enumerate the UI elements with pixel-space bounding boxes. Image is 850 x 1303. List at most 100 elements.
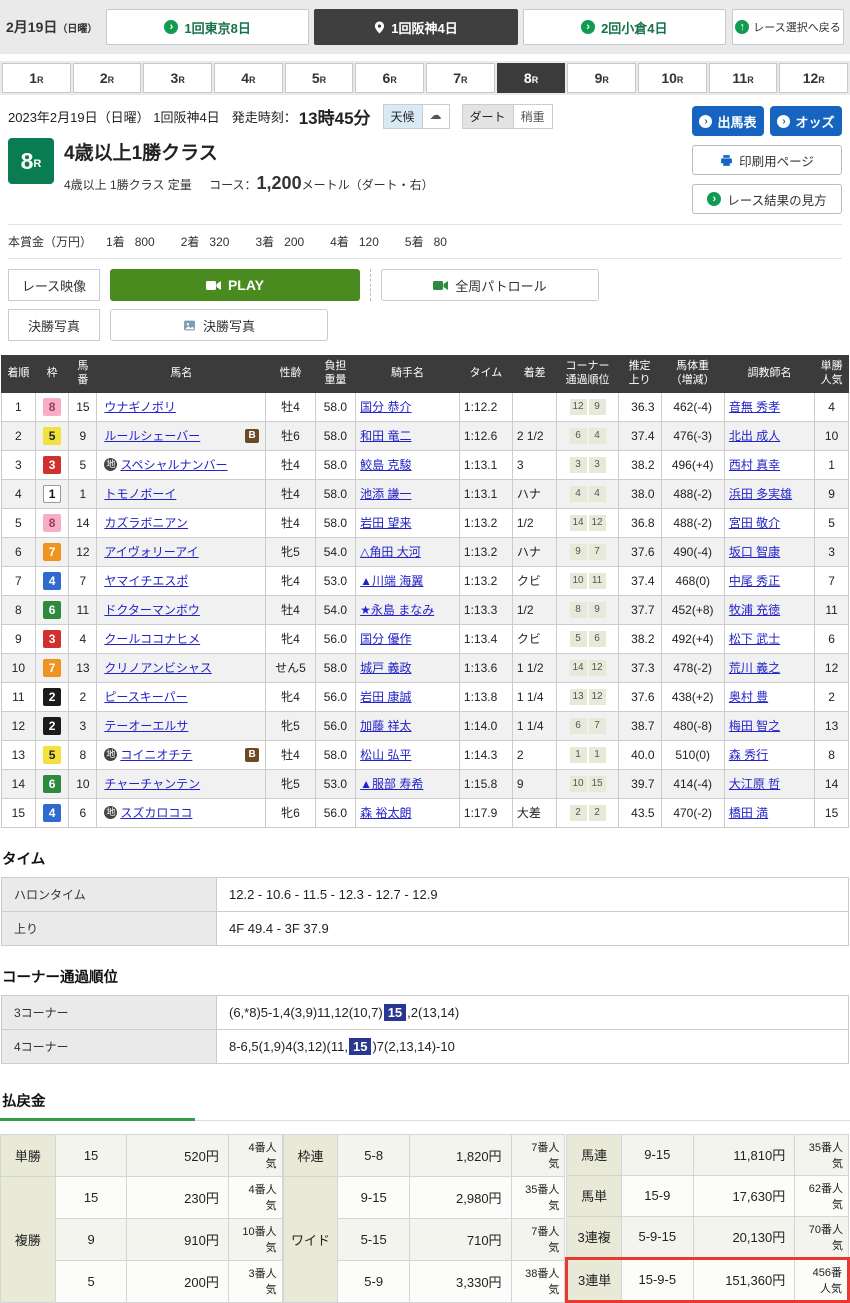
trainer-link[interactable]: 森 秀行 [729, 748, 768, 762]
jockey-link[interactable]: 松山 弘平 [360, 748, 411, 762]
jockey-link[interactable]: 国分 優作 [360, 632, 411, 646]
weather-label: 天候 [384, 105, 422, 128]
waku-cell: 3 [35, 624, 69, 653]
race-tab-suffix: R [677, 75, 684, 85]
trainer-link[interactable]: 松下 武士 [729, 632, 780, 646]
race-tab-5r[interactable]: 5R [285, 63, 354, 93]
kaisai-tab-2[interactable]: 1回阪神4日 [314, 9, 517, 45]
trainer-link[interactable]: 宮田 敬介 [729, 516, 780, 530]
race-tab-9r[interactable]: 9R [567, 63, 636, 93]
trainer-link[interactable]: 浜田 多実雄 [729, 487, 792, 501]
win-popularity-cell: 9 [815, 479, 849, 508]
race-tab-1r[interactable]: 1R [2, 63, 71, 93]
corner-position-box: 6 [570, 428, 587, 444]
jockey-link[interactable]: 和田 竜二 [360, 429, 411, 443]
horse-name-link[interactable]: カズラボニアン [104, 514, 188, 531]
race-tab-3r[interactable]: 3R [143, 63, 212, 93]
race-tab-6r[interactable]: 6R [355, 63, 424, 93]
popularity-rank-cell: 35番人気 [795, 1134, 849, 1175]
race-tab-12r[interactable]: 12R [779, 63, 848, 93]
race-tab-8r[interactable]: 8R [497, 63, 566, 93]
jockey-link[interactable]: 池添 謙一 [360, 487, 411, 501]
time-row-value: 4F 49.4 - 3F 37.9 [217, 911, 849, 945]
back-to-race-select-button[interactable]: ↑ レース選択へ戻る [732, 9, 844, 45]
jockey-link[interactable]: ▲川端 海翼 [360, 574, 423, 588]
result-row: 10713クリノアンビシャスせん558.0城戸 義政1:13.61 1/2141… [2, 653, 849, 682]
horse-name-link[interactable]: ヤマイチエスポ [104, 572, 188, 589]
jockey-cell: 城戸 義政 [356, 653, 460, 682]
horse-name-link[interactable]: クリノアンビシャス [104, 659, 212, 676]
horse-name-link[interactable]: テーオーエルサ [104, 717, 188, 734]
trainer-link[interactable]: 橋田 満 [729, 806, 768, 820]
win-popularity-cell: 14 [815, 769, 849, 798]
horse-name-link[interactable]: ピースキーパー [104, 688, 187, 705]
time-cell: 1:13.1 [459, 450, 512, 479]
horse-name-link[interactable]: ウナギノボリ [104, 398, 176, 415]
horse-name-link[interactable]: スズカロココ [120, 804, 192, 821]
prize-rank-label: 2着 [181, 233, 200, 250]
jockey-link[interactable]: 鮫島 克駿 [360, 458, 411, 472]
trainer-link[interactable]: 音無 秀孝 [729, 400, 780, 414]
result-row: 1546地スズカロココ牝656.0森 裕太朗1:17.9大差2243.5470(… [2, 798, 849, 827]
trainer-link[interactable]: 牧浦 充徳 [729, 603, 780, 617]
jockey-link[interactable]: 加藤 祥太 [360, 719, 411, 733]
jockey-link[interactable]: ★永島 まなみ [360, 603, 434, 617]
kaisai-tab-1[interactable]: ›1回東京8日 [106, 9, 309, 45]
horse-name-link[interactable]: スペシャルナンバー [120, 456, 227, 473]
horse-name-cell: トモノボーイ [97, 479, 266, 508]
race-tab-10r[interactable]: 10R [638, 63, 707, 93]
race-number-badge: 8 R [8, 138, 54, 184]
jockey-link[interactable]: 森 裕太朗 [360, 806, 411, 820]
finish-photo-button[interactable]: 決勝写真 [110, 309, 328, 341]
trainer-link[interactable]: 大江原 哲 [729, 777, 780, 791]
time-cell: 1:15.8 [459, 769, 512, 798]
sex-age-cell: 牝6 [266, 798, 316, 827]
jockey-link[interactable]: 城戸 義政 [360, 661, 411, 675]
trainer-link[interactable]: 坂口 智康 [729, 545, 780, 559]
location-pin-icon [374, 21, 385, 34]
trainer-link[interactable]: 中尾 秀正 [729, 574, 780, 588]
jockey-link[interactable]: 岩田 康誠 [360, 690, 411, 704]
race-tab-11r[interactable]: 11R [709, 63, 778, 93]
kaisai-tab-3[interactable]: ›2回小倉4日 [523, 9, 726, 45]
race-tab-number: 8 [524, 70, 532, 86]
waku-cell: 7 [35, 653, 69, 682]
combination-cell: 15-9 [621, 1175, 693, 1216]
race-tab-2r[interactable]: 2R [73, 63, 142, 93]
time-table-body: ハロンタイム12.2 - 10.6 - 11.5 - 12.3 - 12.7 -… [2, 877, 849, 945]
trainer-link[interactable]: 荒川 義之 [729, 661, 780, 675]
race-tab-7r[interactable]: 7R [426, 63, 495, 93]
jockey-link[interactable]: 国分 恭介 [360, 400, 411, 414]
horse-name-link[interactable]: ルールシェーバー [104, 427, 200, 444]
carried-weight-cell: 54.0 [315, 595, 355, 624]
trainer-link[interactable]: 奥村 豊 [729, 690, 768, 704]
horse-name-link[interactable]: トモノボーイ [104, 485, 176, 502]
race-tab-suffix: R [532, 75, 539, 85]
horse-name-cell: ウナギノボリ [97, 392, 266, 421]
trainer-link[interactable]: 北出 成人 [729, 429, 780, 443]
print-page-button[interactable]: 印刷用ページ [692, 145, 842, 175]
jockey-cell: 森 裕太朗 [356, 798, 460, 827]
horse-name-link[interactable]: チャーチャンテン [104, 775, 200, 792]
entry-table-button[interactable]: › 出馬表 [692, 106, 764, 136]
play-button[interactable]: PLAY [110, 269, 360, 301]
trainer-link[interactable]: 西村 真幸 [729, 458, 780, 472]
horse-number-cell: 8 [69, 740, 97, 769]
horse-name-link[interactable]: クールココナヒメ [104, 630, 200, 647]
waku-color-badge: 6 [43, 601, 61, 619]
race-tab-4r[interactable]: 4R [214, 63, 283, 93]
horse-name-link[interactable]: アイヴォリーアイ [104, 543, 198, 560]
horse-name-link[interactable]: ドクターマンボウ [104, 601, 200, 618]
result-guide-button[interactable]: › レース結果の見方 [692, 184, 842, 214]
patrol-video-button[interactable]: 全周パトロール [381, 269, 599, 301]
trainer-link[interactable]: 梅田 智之 [729, 719, 780, 733]
time-cell: 1:13.2 [459, 508, 512, 537]
horse-name-link[interactable]: コイニオチテ [120, 746, 192, 763]
corner-positions-cell: 33 [557, 450, 618, 479]
odds-button[interactable]: › オッズ [770, 106, 842, 136]
jockey-link[interactable]: △角田 大河 [360, 545, 421, 559]
prize-rank-label: 4着 [330, 233, 349, 250]
jockey-link[interactable]: 岩田 望来 [360, 516, 411, 530]
jockey-link[interactable]: ▲服部 寿希 [360, 777, 423, 791]
horse-name-flex: 地スズカロココ [104, 804, 261, 821]
